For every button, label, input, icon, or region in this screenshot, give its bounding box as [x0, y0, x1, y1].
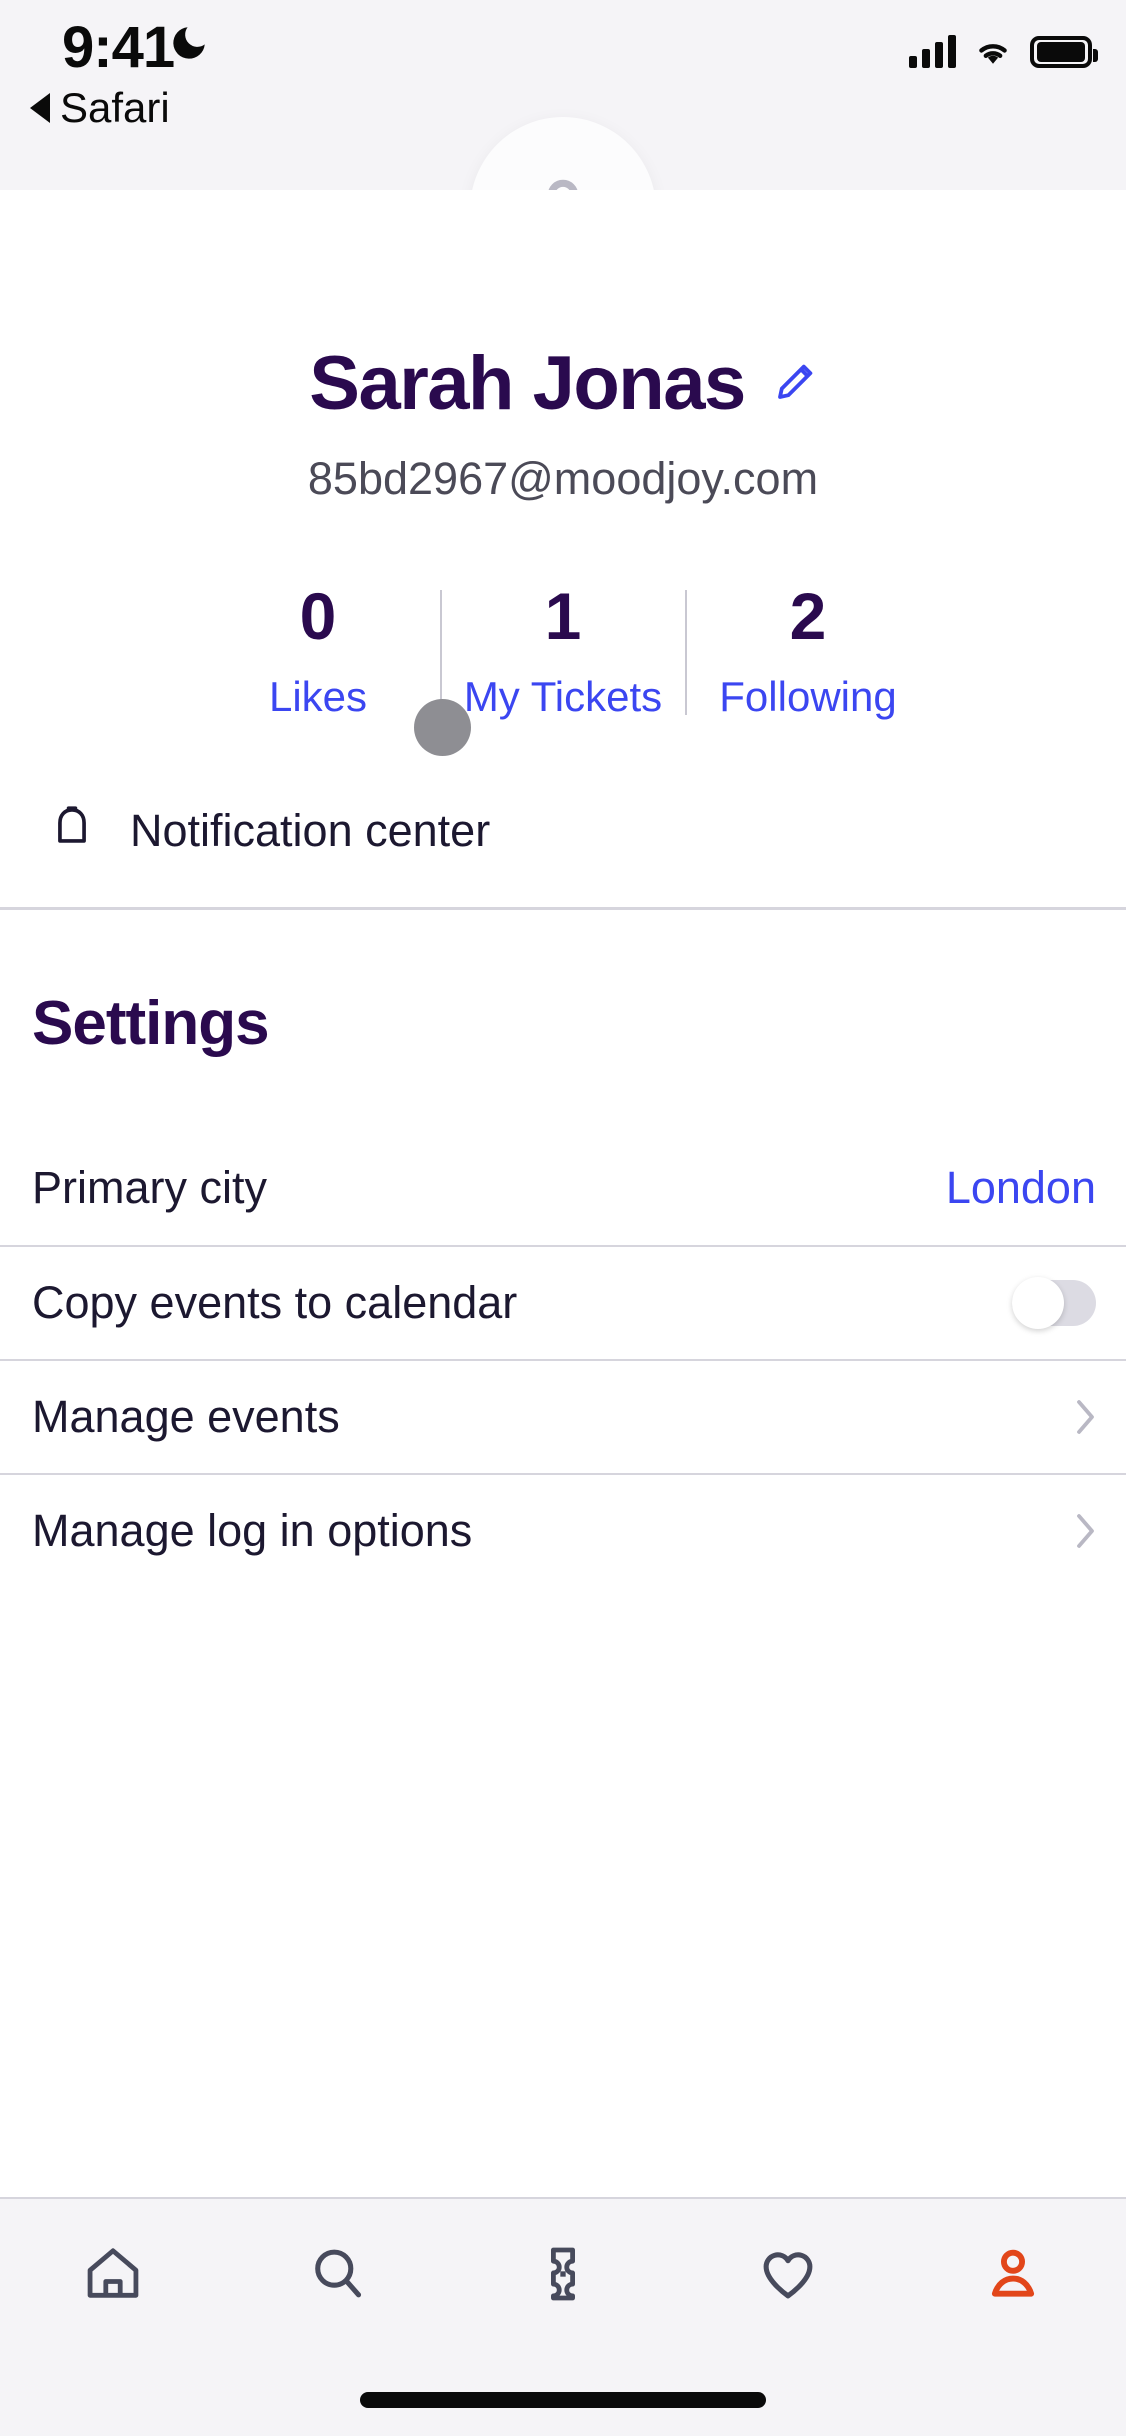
- tab-profile[interactable]: [913, 2242, 1113, 2306]
- back-to-safari-link[interactable]: Safari: [30, 84, 170, 132]
- setting-row-primary-city[interactable]: Primary city London: [0, 1131, 1126, 1245]
- tab-home[interactable]: [13, 2242, 213, 2306]
- stat-value: 2: [789, 579, 827, 653]
- stat-value: 1: [544, 579, 582, 653]
- notification-center-label: Notification center: [130, 805, 491, 856]
- stat-label: My Tickets: [463, 673, 663, 720]
- setting-row-copy-events[interactable]: Copy events to calendar: [0, 1245, 1126, 1359]
- setting-label: Copy events to calendar: [32, 1277, 518, 1328]
- status-time: 9:41: [62, 15, 175, 80]
- chevron-right-icon: [1077, 1514, 1094, 1548]
- settings-list: Primary city London Copy events to calen…: [0, 1131, 1126, 1587]
- setting-row-manage-events[interactable]: Manage events: [0, 1359, 1126, 1473]
- settings-heading: Settings: [32, 989, 270, 1058]
- cellular-bars-icon: [909, 34, 956, 68]
- stat-following[interactable]: 2 Following: [687, 583, 930, 721]
- ticket-icon: [550, 2247, 575, 2301]
- page-title: Sarah Jonas: [309, 341, 746, 426]
- bottom-tab-bar: [0, 2197, 1126, 2436]
- battery-full-icon: [1030, 36, 1098, 68]
- stat-likes[interactable]: 0 Likes: [197, 583, 440, 721]
- pencil-icon[interactable]: [769, 360, 817, 408]
- search-icon: [314, 2249, 361, 2298]
- chevron-right-icon: [1077, 1400, 1094, 1434]
- profile-stats: 0 Likes 1 My Tickets 2 Following: [0, 583, 1126, 721]
- triangle-left-icon: [30, 93, 50, 123]
- home-icon: [87, 2248, 138, 2298]
- notification-center-row[interactable]: Notification center: [0, 783, 1126, 879]
- section-divider: [0, 907, 1126, 910]
- back-label: Safari: [60, 84, 170, 131]
- tab-tickets[interactable]: [463, 2242, 663, 2306]
- setting-label: Manage log in options: [32, 1505, 473, 1556]
- stat-my-tickets[interactable]: 1 My Tickets: [442, 583, 685, 721]
- copy-events-toggle[interactable]: [1012, 1277, 1096, 1329]
- profile-icon: [992, 2249, 1035, 2297]
- heart-icon: [763, 2252, 813, 2299]
- tab-search[interactable]: [238, 2242, 438, 2306]
- status-indicators: [909, 26, 1098, 68]
- stat-label: Likes: [268, 673, 368, 720]
- profile-section: Sarah Jonas 85bd2967@moodjoy.com 0 Likes…: [0, 190, 1126, 1587]
- profile-email: 85bd2967@moodjoy.com: [307, 453, 819, 504]
- stat-value: 0: [299, 579, 337, 653]
- setting-label: Primary city: [32, 1162, 267, 1213]
- pointer-dot: [414, 699, 471, 756]
- name-row: Sarah Jonas: [0, 340, 1126, 427]
- home-indicator: [360, 2392, 766, 2408]
- stat-label: Following: [719, 673, 897, 720]
- setting-value-primary-city[interactable]: London: [946, 1162, 1096, 1214]
- toggle-knob: [1012, 1277, 1064, 1329]
- tab-likes[interactable]: [688, 2242, 888, 2306]
- setting-row-manage-login[interactable]: Manage log in options: [0, 1473, 1126, 1587]
- moon-icon: [173, 27, 205, 59]
- wifi-icon: [979, 44, 1007, 64]
- setting-label: Manage events: [32, 1391, 340, 1442]
- bell-icon: [58, 806, 86, 843]
